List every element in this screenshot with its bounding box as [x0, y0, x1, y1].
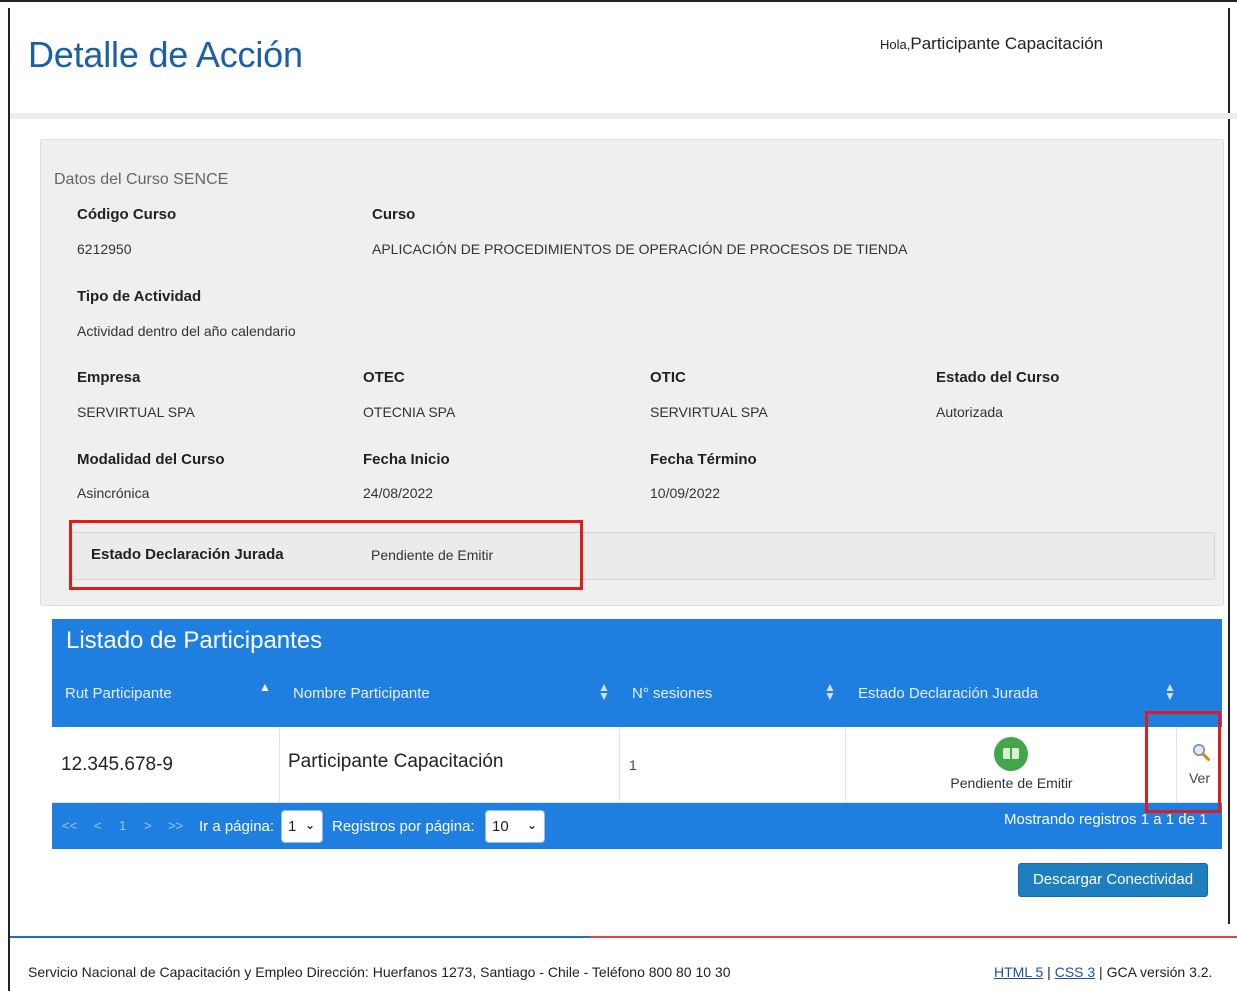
pager-page-button[interactable]: 1	[119, 818, 126, 833]
highlight-box-declaracion	[69, 520, 583, 590]
tipo-value: Actividad dentro del año calendario	[77, 323, 296, 339]
book-icon	[994, 737, 1028, 771]
greeting-prefix: Hola,	[880, 37, 911, 52]
chevron-down-icon: ⌄	[526, 818, 537, 832]
cell-sesiones: 1	[620, 727, 846, 803]
goto-page-label: Ir a página:	[199, 818, 275, 835]
window-right-border	[1228, 8, 1230, 924]
fecha-inicio-value: 24/08/2022	[363, 485, 434, 501]
table-row: 12.345.678-9 Participante Capacitación 1…	[52, 727, 1222, 803]
per-page-select[interactable]: 10 ⌄	[485, 810, 545, 843]
footer-separator: |	[1043, 964, 1055, 980]
footer-links: HTML 5 | CSS 3 | GCA versión 3.2.	[994, 964, 1212, 980]
footer-divider-blue	[10, 936, 590, 938]
fecha-inicio-label: Fecha Inicio	[363, 451, 450, 468]
pager-first-button[interactable]: <<	[62, 818, 77, 833]
pager-last-button[interactable]: >>	[168, 818, 183, 833]
css3-link[interactable]: CSS 3	[1055, 964, 1095, 980]
goto-page-select[interactable]: 1 ⌄	[281, 810, 323, 843]
header-divider	[10, 113, 1237, 119]
footer-address: Servicio Nacional de Capacitación y Empl…	[28, 964, 731, 980]
pager-prev-button[interactable]: <	[94, 818, 102, 833]
codigo-label: Código Curso	[77, 206, 177, 223]
pagination-bar: << < 1 > >> Ir a página: 1 ⌄ Registros p…	[52, 803, 1222, 849]
download-connectivity-button[interactable]: Descargar Conectividad	[1018, 863, 1208, 897]
column-header-rut[interactable]: Rut Participante	[65, 685, 172, 702]
otec-label: OTEC	[363, 369, 405, 386]
participants-title: Listado de Participantes	[52, 619, 1222, 663]
footer-divider-red	[590, 936, 1237, 938]
cell-nombre: Participante Capacitación	[280, 727, 620, 803]
footer-separator: |	[1095, 964, 1107, 980]
cell-estado: Pendiente de Emitir	[846, 727, 1177, 803]
estado-curso-value: Autorizada	[936, 404, 1003, 420]
column-header-sesiones[interactable]: N° sesiones	[632, 685, 712, 702]
otic-value: SERVIRTUAL SPA	[650, 404, 768, 420]
sort-nombre-icon[interactable]: ▲ ▼	[597, 681, 611, 705]
page-header: Detalle de Acción Hola,Participante Capa…	[10, 10, 1228, 116]
modalidad-label: Modalidad del Curso	[77, 451, 225, 468]
pager-next-button[interactable]: >	[144, 818, 152, 833]
codigo-value: 6212950	[77, 241, 132, 257]
per-page-value: 10	[492, 818, 509, 835]
modalidad-value: Asincrónica	[77, 485, 150, 501]
column-header-nombre[interactable]: Nombre Participante	[293, 685, 430, 702]
column-header-estado[interactable]: Estado Declaración Jurada	[858, 685, 1038, 702]
fecha-termino-value: 10/09/2022	[650, 485, 721, 501]
sort-estado-icon[interactable]: ▲ ▼	[1163, 681, 1177, 705]
curso-value: APLICACIÓN DE PROCEDIMIENTOS DE OPERACIÓ…	[372, 241, 908, 257]
cell-rut: 12.345.678-9	[52, 727, 280, 803]
tipo-label: Tipo de Actividad	[77, 288, 202, 305]
curso-label: Curso	[372, 206, 416, 223]
window-left-border	[8, 8, 10, 991]
goto-page-value: 1	[288, 818, 297, 835]
estado-curso-label: Estado del Curso	[936, 369, 1060, 386]
panel-title: Datos del Curso SENCE	[54, 171, 229, 188]
fecha-termino-label: Fecha Término	[650, 451, 757, 468]
html5-link[interactable]: HTML 5	[994, 964, 1043, 980]
empresa-value: SERVIRTUAL SPA	[77, 404, 195, 420]
highlight-box-ver	[1145, 711, 1221, 813]
sort-sesiones-icon[interactable]: ▲ ▼	[823, 681, 837, 705]
page-title: Detalle de Acción	[28, 34, 303, 75]
estado-text: Pendiente de Emitir	[950, 775, 1073, 791]
records-summary: Mostrando registros 1 a 1 de 1	[1004, 811, 1208, 828]
user-name: Participante Capacitación	[910, 34, 1104, 53]
user-greeting: Hola,Participante Capacitación	[880, 34, 1103, 54]
chevron-down-icon: ⌄	[304, 818, 315, 832]
empresa-label: Empresa	[77, 369, 141, 386]
otec-value: OTECNIA SPA	[363, 404, 456, 420]
per-page-label: Registros por página:	[332, 818, 475, 835]
sort-rut-icon[interactable]: ▲	[258, 681, 272, 705]
participants-table: Listado de Participantes Rut Participant…	[52, 619, 1222, 849]
version-text: GCA versión 3.2.	[1106, 964, 1213, 980]
window-top-border	[0, 0, 1237, 8]
otic-label: OTIC	[650, 369, 686, 386]
table-header: Rut Participante ▲ Nombre Participante ▲…	[52, 663, 1222, 727]
